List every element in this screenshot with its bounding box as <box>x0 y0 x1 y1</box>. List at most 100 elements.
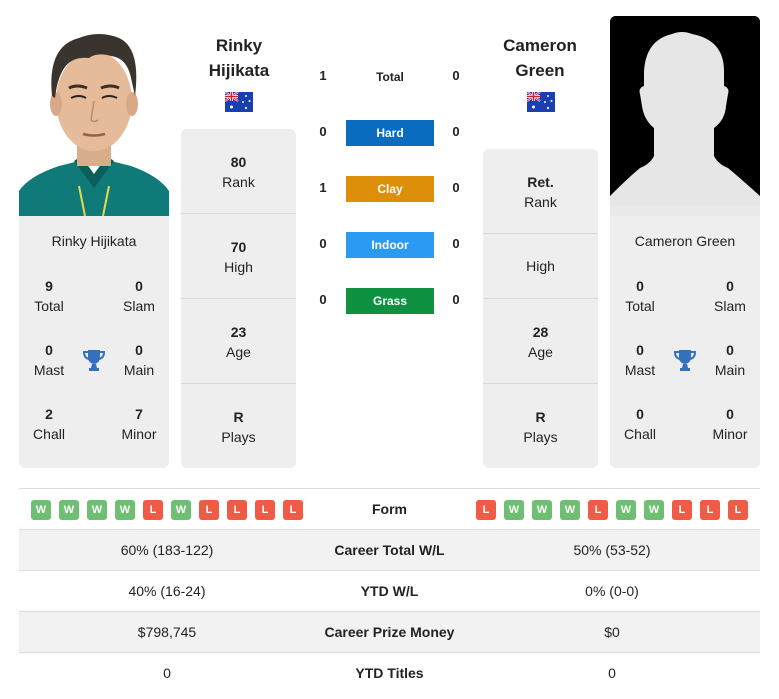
high-value: 70 <box>230 239 247 255</box>
stat-label: Slam <box>123 298 155 314</box>
form-win-badge[interactable]: W <box>504 500 524 520</box>
player1-form: WWWWLWLLLL <box>31 500 303 520</box>
form-loss-badge[interactable]: L <box>143 500 163 520</box>
trophy-icon <box>672 347 698 373</box>
form-win-badge[interactable]: W <box>616 500 636 520</box>
stat-label: Total <box>625 298 655 314</box>
form-loss-badge[interactable]: L <box>227 500 247 520</box>
stat-label: Mast <box>624 362 656 378</box>
row-label: Career Total W/L <box>334 542 445 558</box>
rank-value: Ret. <box>527 174 554 190</box>
rank-label: Rank <box>524 194 557 210</box>
player1-titles-minor: 7 Minor <box>109 404 169 444</box>
form-loss-badge[interactable]: L <box>199 500 219 520</box>
player1-value: 0 <box>163 665 171 681</box>
stat-value: 2 <box>45 406 53 422</box>
stat-label: Total <box>34 298 64 314</box>
player2-form: LWWWLWWLLL <box>476 500 748 520</box>
australia-flag-icon <box>224 91 253 112</box>
stat-value: 0 <box>636 278 644 294</box>
form-win-badge[interactable]: W <box>59 500 79 520</box>
h2h-hard-p2: 0 <box>452 124 460 139</box>
player2-titles-chall: 0 Chall <box>610 404 670 444</box>
stat-value: 0 <box>726 278 734 294</box>
player2-high: High <box>483 256 598 276</box>
stat-label: Main <box>714 362 746 378</box>
plays-value: R <box>535 409 546 425</box>
player2-titles-minor: 0 Minor <box>700 404 760 444</box>
h2h-total-label: Total <box>376 70 404 84</box>
plays-label: Plays <box>221 429 256 445</box>
player2-plays: R Plays <box>483 407 598 447</box>
plays-label: Plays <box>523 429 558 445</box>
stat-value: 7 <box>135 406 143 422</box>
stat-label: Minor <box>712 426 748 442</box>
divider <box>483 298 598 299</box>
form-loss-badge[interactable]: L <box>728 500 748 520</box>
stat-label: Main <box>123 362 155 378</box>
age-value: 23 <box>230 324 247 340</box>
player2-titles-total: 0 Total <box>610 276 670 316</box>
h2h-grass-p2: 0 <box>452 292 460 307</box>
table-row-career-wl: 60% (183-122) Career Total W/L 50% (53-5… <box>19 529 760 570</box>
player2-age: 28 Age <box>483 322 598 362</box>
player1-first-name: Rinky <box>215 36 263 55</box>
player1-last-name: Hijikata <box>208 61 270 80</box>
stat-value: 0 <box>636 342 644 358</box>
player2-rank: Ret. Rank <box>483 172 598 212</box>
player1-titles-main: 0 Main <box>109 340 169 380</box>
stat-label: Minor <box>121 426 157 442</box>
table-row-prize-money: $798,745 Career Prize Money $0 <box>19 611 760 652</box>
age-label: Age <box>528 344 553 360</box>
player2-name[interactable]: Cameron Green <box>480 33 600 83</box>
stat-value: 0 <box>45 342 53 358</box>
h2h-hard-p1: 0 <box>319 124 327 139</box>
age-value: 28 <box>532 324 549 340</box>
h2h-clay-p2: 0 <box>452 180 460 195</box>
h2h-clay-p1: 1 <box>319 180 327 195</box>
h2h-total-p2: 0 <box>452 68 460 83</box>
form-win-badge[interactable]: W <box>171 500 191 520</box>
stat-label: Chall <box>33 426 65 442</box>
rank-label: Rank <box>222 174 255 190</box>
form-loss-badge[interactable]: L <box>588 500 608 520</box>
rank-value: 80 <box>230 154 247 170</box>
player2-titles-mast: 0 Mast <box>610 340 670 380</box>
form-loss-badge[interactable]: L <box>283 500 303 520</box>
player2-titles-main: 0 Main <box>700 340 760 380</box>
player2-titles-slam: 0 Slam <box>700 276 760 316</box>
row-label: YTD W/L <box>360 583 419 599</box>
player1-value: 60% (183-122) <box>120 542 214 558</box>
form-loss-badge[interactable]: L <box>255 500 275 520</box>
form-win-badge[interactable]: W <box>31 500 51 520</box>
form-win-badge[interactable]: W <box>644 500 664 520</box>
player1-name[interactable]: Rinky Hijikata <box>179 33 299 83</box>
player1-plays: R Plays <box>181 407 296 447</box>
surface-grass-badge[interactable]: Grass <box>346 288 434 314</box>
form-win-badge[interactable]: W <box>115 500 135 520</box>
surface-indoor-badge[interactable]: Indoor <box>346 232 434 258</box>
row-label: YTD Titles <box>355 665 424 681</box>
player1-titles-total: 9 Total <box>19 276 79 316</box>
player2-value: 0 <box>608 665 616 681</box>
h2h-total-p1: 1 <box>319 68 327 83</box>
stat-label: Slam <box>714 298 746 314</box>
form-win-badge[interactable]: W <box>560 500 580 520</box>
player1-titles-mast: 0 Mast <box>19 340 79 380</box>
player1-titles-chall: 2 Chall <box>19 404 79 444</box>
form-win-badge[interactable]: W <box>87 500 107 520</box>
stat-value: 0 <box>726 342 734 358</box>
divider <box>483 233 598 234</box>
h2h-indoor-p2: 0 <box>452 236 460 251</box>
form-win-badge[interactable]: W <box>532 500 552 520</box>
form-loss-badge[interactable]: L <box>672 500 692 520</box>
player1-full-name: Rinky Hijikata <box>51 233 137 249</box>
trophy-icon <box>81 347 107 373</box>
surface-hard-badge[interactable]: Hard <box>346 120 434 146</box>
player2-full-name: Cameron Green <box>634 233 736 249</box>
surface-clay-badge[interactable]: Clay <box>346 176 434 202</box>
player1-high: 70 High <box>181 237 296 277</box>
form-loss-badge[interactable]: L <box>476 500 496 520</box>
player1-titles-slam: 0 Slam <box>109 276 169 316</box>
form-loss-badge[interactable]: L <box>700 500 720 520</box>
